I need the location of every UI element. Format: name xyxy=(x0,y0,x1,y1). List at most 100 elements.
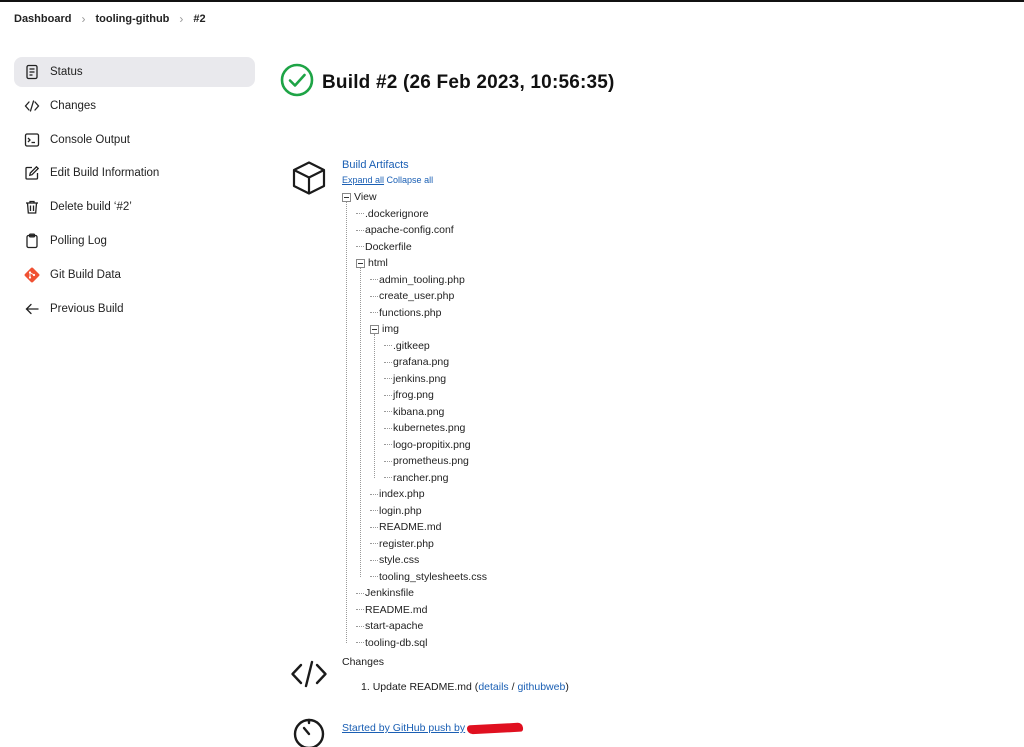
sidebar-item-console-output[interactable]: Console Output xyxy=(14,125,255,155)
tree-file[interactable]: index.php xyxy=(342,486,487,503)
tree-item-label: kubernetes.png xyxy=(393,422,466,434)
tree-connector xyxy=(384,460,392,462)
tree-connector xyxy=(356,213,364,215)
tree-connector xyxy=(356,642,364,644)
tree-file[interactable]: .gitkeep xyxy=(342,338,487,355)
tree-folder[interactable]: img xyxy=(342,321,487,338)
tree-file[interactable]: logo-propitix.png xyxy=(342,437,487,454)
tree-file[interactable]: .dockerignore xyxy=(342,206,487,223)
tree-file[interactable]: login.php xyxy=(342,503,487,520)
redaction-mark xyxy=(466,722,524,735)
tree-file[interactable]: admin_tooling.php xyxy=(342,272,487,289)
build-artifacts-link[interactable]: Build Artifacts xyxy=(342,159,487,175)
collapse-toggle-icon[interactable] xyxy=(342,192,351,202)
breadcrumb-job[interactable]: tooling-github xyxy=(95,13,169,25)
tree-file[interactable]: start-apache xyxy=(342,618,487,635)
tree-item-label: create_user.php xyxy=(379,290,455,302)
tree-file[interactable]: grafana.png xyxy=(342,354,487,371)
tree-item-label: README.md xyxy=(379,521,442,533)
changes-section: Changes 1. Update README.md (details / g… xyxy=(342,656,569,693)
tree-item-label: View xyxy=(354,191,377,203)
tree-file[interactable]: kubernetes.png xyxy=(342,420,487,437)
sidebar-item-status[interactable]: Status xyxy=(14,57,255,87)
tree-file[interactable]: create_user.php xyxy=(342,288,487,305)
tree-connector xyxy=(356,246,364,248)
started-by-link[interactable]: Started by GitHub push by xyxy=(342,722,465,734)
sidebar-item-label: Changes xyxy=(50,99,97,112)
tree-item-label: jfrog.png xyxy=(393,389,434,401)
tree-file[interactable]: jenkins.png xyxy=(342,371,487,388)
tree-item-label: rancher.png xyxy=(393,471,449,484)
sidebar: Status Changes Console Output Edit Build… xyxy=(14,57,255,327)
build-artifacts: Build Artifacts Expand all Collapse all … xyxy=(342,159,487,651)
artifact-tree: View .dockerignore apache-config.conf Docke… xyxy=(342,189,487,651)
package-icon xyxy=(290,159,328,197)
tree-connector xyxy=(370,559,378,561)
sidebar-item-polling-log[interactable]: Polling Log xyxy=(14,226,255,256)
tree-item-label: tooling_stylesheets.css xyxy=(379,570,487,583)
clipboard-icon xyxy=(23,232,41,250)
tree-file[interactable]: tooling_stylesheets.css xyxy=(342,569,487,586)
tree-file[interactable]: register.php xyxy=(342,536,487,553)
change-number: 1. xyxy=(361,681,370,693)
tree-item-label: apache-config.conf xyxy=(365,224,454,236)
trash-icon xyxy=(23,198,41,216)
tree-connector xyxy=(384,378,392,380)
tree-folder[interactable]: html xyxy=(342,255,487,272)
code-icon xyxy=(290,655,328,693)
sidebar-item-previous-build[interactable]: Previous Build xyxy=(14,294,255,324)
tree-file[interactable]: kibana.png xyxy=(342,404,487,421)
sidebar-item-edit-build-information[interactable]: Edit Build Information xyxy=(14,158,255,188)
edit-icon xyxy=(23,164,41,182)
tree-item-label: README.md xyxy=(365,603,428,616)
page-title: Build #2 (26 Feb 2023, 10:56:35) xyxy=(322,71,615,93)
sidebar-item-delete-build[interactable]: Delete build ‘#2’ xyxy=(14,192,255,222)
tree-file[interactable]: jfrog.png xyxy=(342,387,487,404)
sidebar-item-git-build-data[interactable]: Git Build Data xyxy=(14,260,255,290)
tree-item-label: .dockerignore xyxy=(365,207,429,220)
tree-file[interactable]: README.md xyxy=(342,602,487,619)
tree-connector xyxy=(370,279,378,281)
collapse-toggle-icon[interactable] xyxy=(370,324,379,334)
tree-item-label: register.php xyxy=(379,537,434,550)
tree-file[interactable]: apache-config.conf xyxy=(342,222,487,239)
tree-folder[interactable]: View xyxy=(342,189,487,206)
sidebar-item-label: Status xyxy=(50,66,83,78)
tree-item-label: style.css xyxy=(379,554,420,566)
tree-connector xyxy=(384,394,392,396)
tree-connector xyxy=(356,592,364,594)
terminal-icon xyxy=(23,131,41,149)
tree-item-label: prometheus.png xyxy=(393,455,469,467)
tree-item-label: admin_tooling.php xyxy=(379,273,465,286)
collapse-all-link[interactable]: Collapse all xyxy=(387,175,434,185)
tree-item-label: logo-propitix.png xyxy=(393,438,471,451)
tree-item-label: .gitkeep xyxy=(393,339,430,352)
breadcrumb-build[interactable]: #2 xyxy=(193,13,205,25)
tree-file[interactable]: tooling-db.sql xyxy=(342,635,487,652)
collapse-toggle-icon[interactable] xyxy=(356,258,365,268)
tree-file[interactable]: functions.php xyxy=(342,305,487,322)
githubweb-link[interactable]: githubweb xyxy=(517,681,565,693)
tree-connector xyxy=(370,576,378,578)
timer-icon xyxy=(290,713,328,747)
tree-file[interactable]: README.md xyxy=(342,519,487,536)
tree-file[interactable]: style.css xyxy=(342,552,487,569)
tree-file[interactable]: Jenkinsfile xyxy=(342,585,487,602)
tree-file[interactable]: prometheus.png xyxy=(342,453,487,470)
breadcrumb-dashboard[interactable]: Dashboard xyxy=(14,13,71,25)
tree-connector xyxy=(384,444,392,446)
chevron-right-icon: › xyxy=(81,12,86,26)
tree-guide-line xyxy=(360,268,361,577)
code-icon xyxy=(23,97,41,115)
details-link[interactable]: details xyxy=(478,681,508,693)
sidebar-item-label: Console Output xyxy=(50,133,130,146)
tree-connector xyxy=(356,609,364,611)
tree-item-label: Jenkinsfile xyxy=(365,587,415,599)
build-header: Build #2 (26 Feb 2023, 10:56:35) xyxy=(280,63,615,102)
expand-all-link[interactable]: Expand all xyxy=(342,175,384,185)
tree-item-label: start-apache xyxy=(365,620,424,632)
sidebar-item-changes[interactable]: Changes xyxy=(14,91,255,121)
tree-file[interactable]: Dockerfile xyxy=(342,239,487,256)
change-item: 1. Update README.md (details / githubweb… xyxy=(342,681,569,693)
tree-file[interactable]: rancher.png xyxy=(342,470,487,487)
